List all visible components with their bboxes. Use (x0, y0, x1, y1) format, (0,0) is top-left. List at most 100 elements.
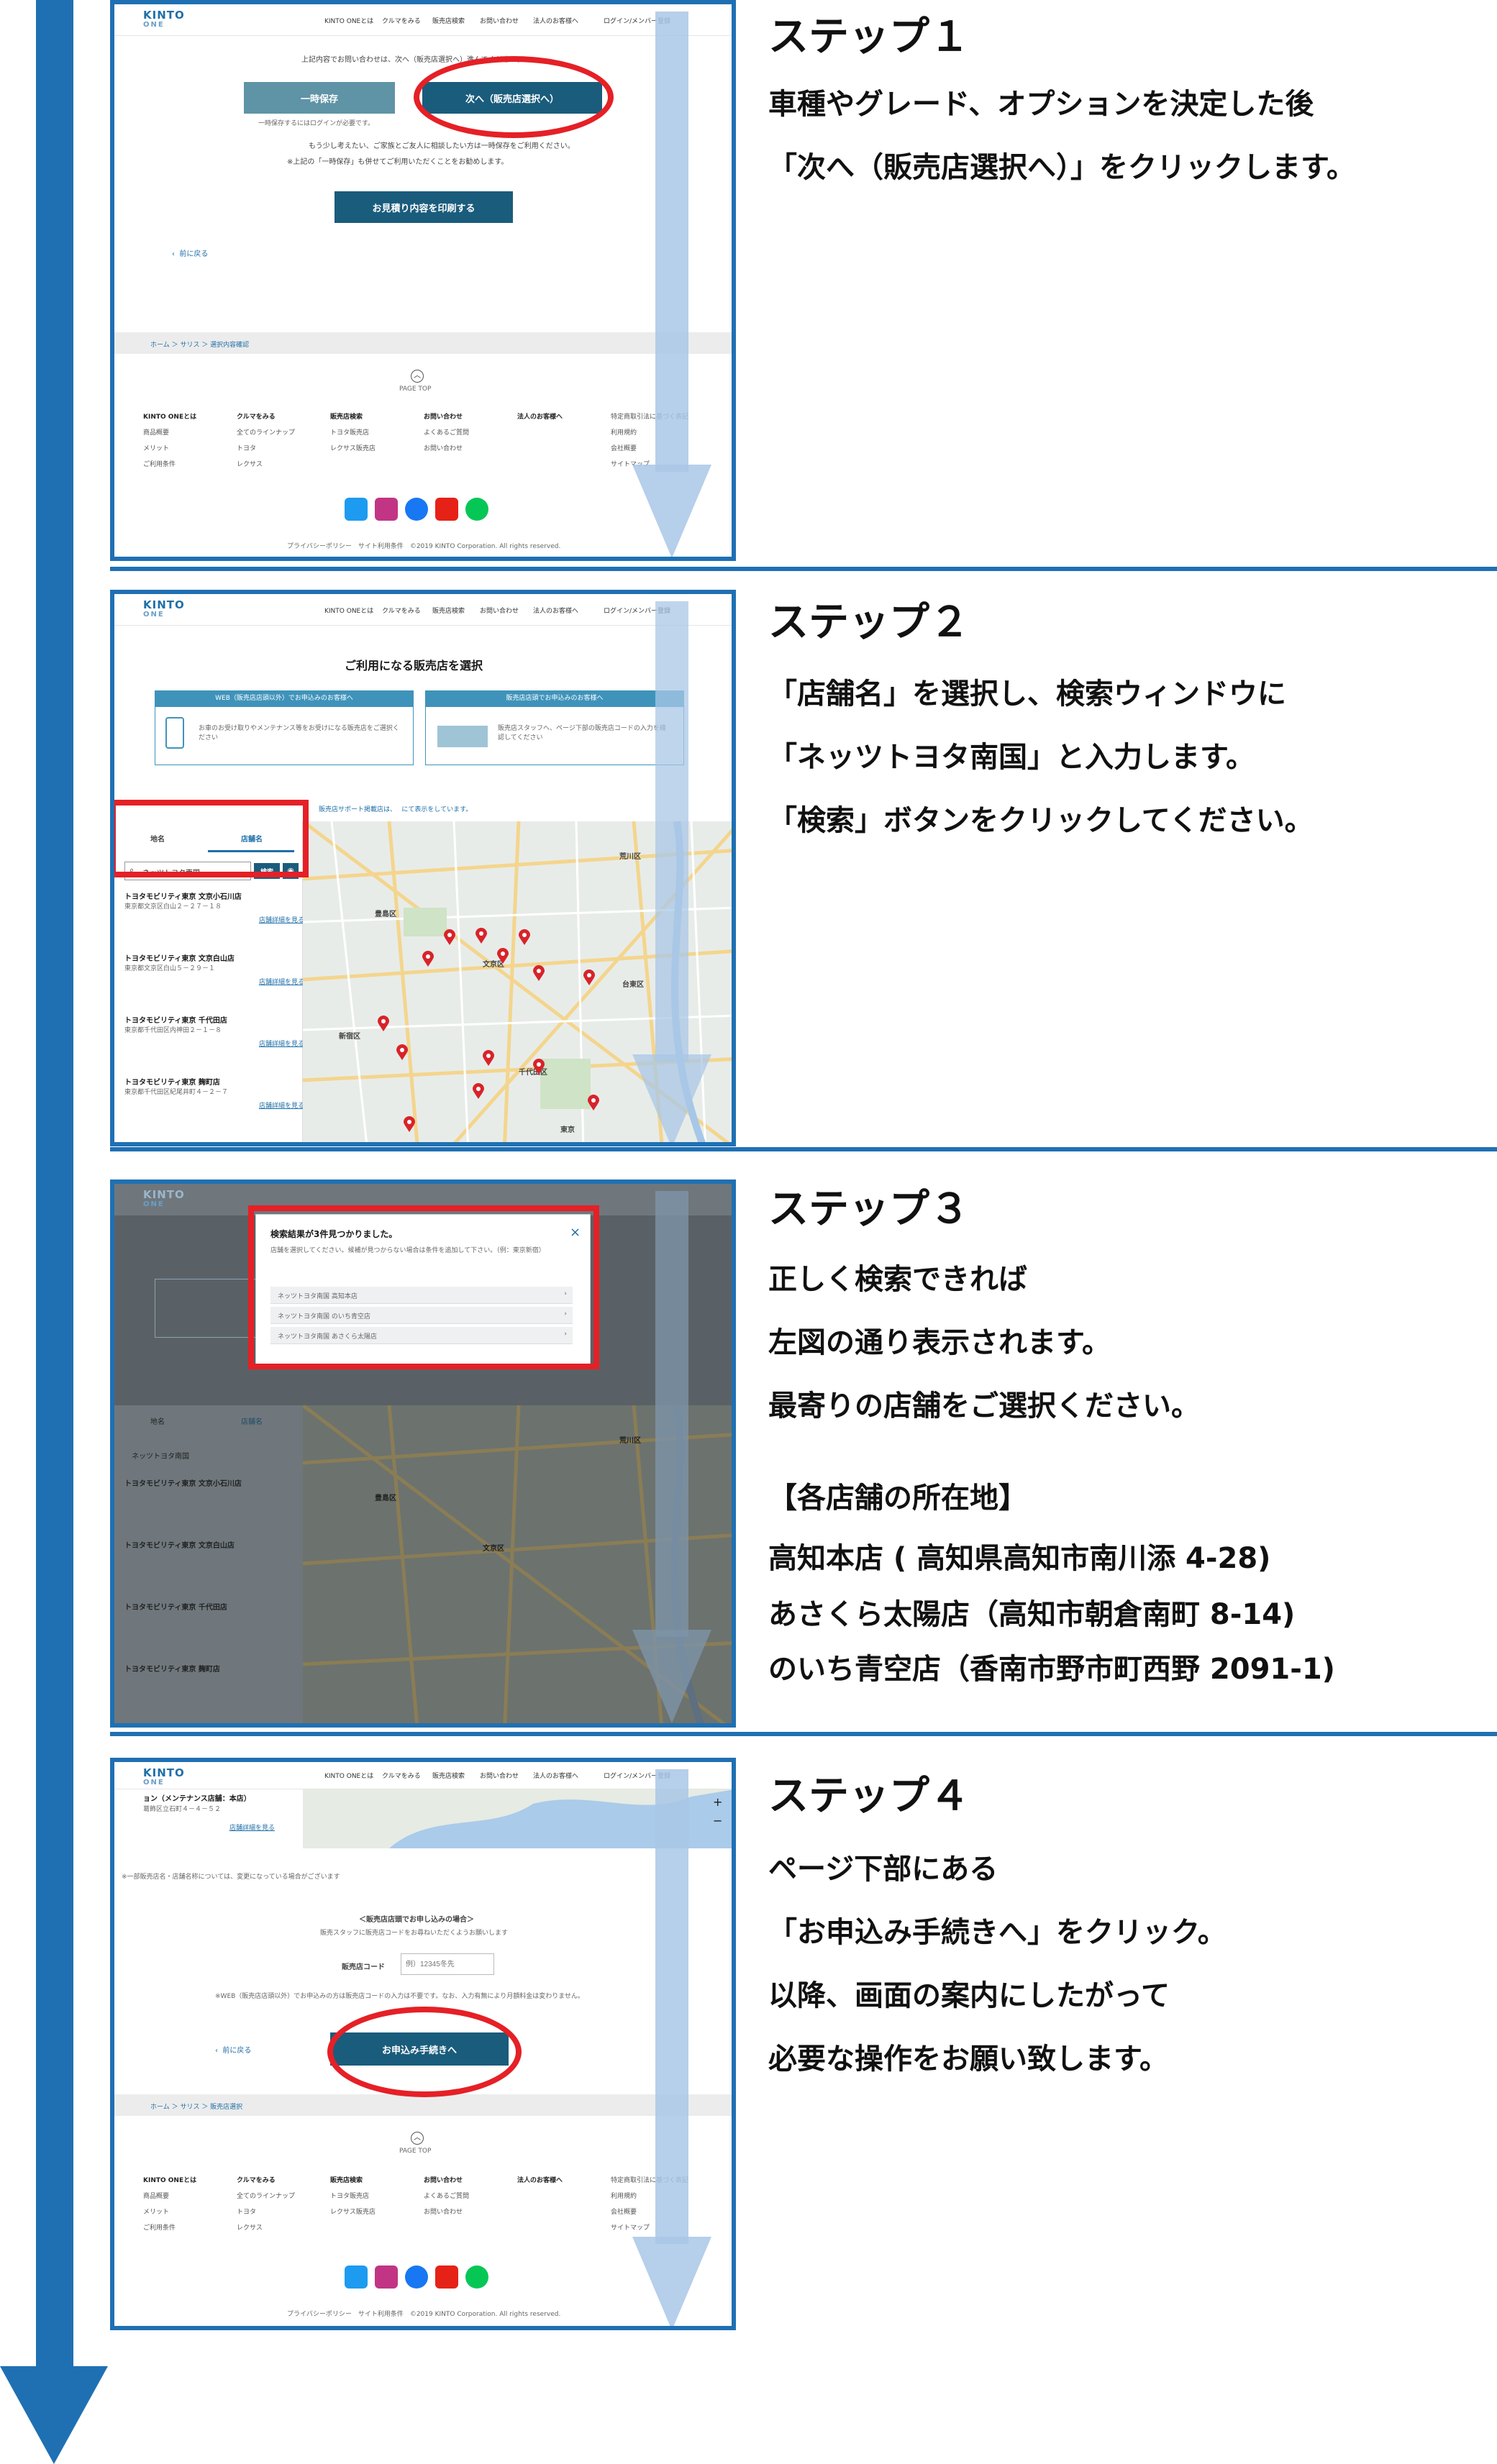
nav-item[interactable]: 法人のお客様へ (533, 16, 578, 25)
footer-link[interactable]: トヨタ販売店 (330, 427, 369, 437)
nav-item[interactable]: クルマをみる (382, 1771, 421, 1780)
nav-item[interactable]: KINTO ONEとは (324, 606, 373, 615)
footer-link[interactable]: トヨタ販売店 (330, 2191, 369, 2200)
smartphone-icon (165, 717, 184, 749)
dealer-code-field[interactable] (401, 1953, 494, 1975)
map-pin-icon[interactable] (422, 951, 434, 967)
note-text: ※上記の「一時保存」も併せてご利用いただくことをお勧めします。 (287, 158, 509, 166)
line-icon[interactable] (465, 498, 488, 521)
footer-link[interactable]: 商品概要 (143, 2191, 169, 2200)
back-link[interactable]: ‹ 前に戻る (172, 247, 208, 258)
page-top-label[interactable]: PAGE TOP (399, 2148, 431, 2155)
footer-link[interactable]: お問い合わせ (424, 443, 463, 452)
breadcrumb[interactable]: ホーム ＞ サリス ＞ 選択内容確認 (150, 339, 249, 349)
map-pin-icon[interactable] (533, 965, 545, 981)
store-detail-link[interactable]: 店舗詳細を見る (124, 977, 304, 986)
save-button[interactable]: 一時保存 (244, 82, 395, 114)
instagram-icon[interactable] (375, 498, 398, 521)
footer-heading[interactable]: クルマをみる (237, 411, 276, 421)
youtube-icon[interactable] (435, 498, 458, 521)
nav-item[interactable]: KINTO ONEとは (324, 16, 373, 25)
nav-item[interactable]: お問い合わせ (480, 1771, 519, 1780)
footer-link[interactable]: レクサス販売店 (330, 443, 376, 452)
back-link[interactable]: ‹ 前に戻る (215, 2044, 251, 2055)
zoom-out-icon[interactable]: − (713, 1814, 722, 1828)
page-top-icon[interactable]: ︿ (411, 370, 424, 383)
step-divider (110, 567, 1497, 571)
footer-heading[interactable]: クルマをみる (237, 2175, 276, 2184)
footer-link[interactable]: レクサス (237, 2222, 263, 2232)
facebook-icon[interactable] (405, 498, 428, 521)
map-pin-icon[interactable] (583, 969, 595, 985)
list-item[interactable]: トヨタモビリティ東京 文京白山店 東京都文京区白山５－２９－１ 店舗詳細を見る (124, 952, 304, 986)
map-label: 豊島区 (375, 911, 396, 918)
instagram-icon[interactable] (375, 2265, 398, 2289)
step-3-line: 最寄りの店舗をご選択ください。 (768, 1390, 1200, 1423)
footer-heading[interactable]: KINTO ONEとは (143, 411, 196, 421)
map-pin-icon[interactable] (497, 948, 509, 964)
map-pin-icon[interactable] (444, 929, 455, 945)
page-top-label[interactable]: PAGE TOP (399, 385, 431, 393)
map-pin-icon[interactable] (378, 1016, 389, 1031)
footer-heading[interactable]: 法人のお客様へ (517, 411, 563, 421)
footer-link[interactable]: トヨタ (237, 2207, 256, 2216)
footer-link[interactable]: メリット (143, 443, 169, 452)
map-pin-icon[interactable] (473, 1083, 484, 1099)
zoom-in-icon[interactable]: + (713, 1795, 722, 1809)
print-estimate-button[interactable]: お見積り内容を印刷する (335, 191, 513, 223)
line-icon[interactable] (465, 2265, 488, 2289)
footer-link[interactable]: よくあるご質問 (424, 427, 469, 437)
nav-item[interactable]: クルマをみる (382, 606, 421, 615)
tab-web[interactable]: WEB（販売店店頭以外）でお申込みのお客様へ (155, 690, 414, 706)
footer-link[interactable]: お問い合わせ (424, 2207, 463, 2216)
map-pin-icon[interactable] (404, 1116, 415, 1132)
nav-item[interactable]: お問い合わせ (480, 16, 519, 25)
footer-link[interactable]: 商品概要 (143, 427, 169, 437)
youtube-icon[interactable] (435, 2265, 458, 2289)
nav-item[interactable]: クルマをみる (382, 16, 421, 25)
footer-link[interactable]: 全てのラインナップ (237, 427, 295, 437)
breadcrumb[interactable]: ホーム ＞ サリス ＞ 販売店選択 (150, 2102, 242, 2111)
footer-link[interactable]: 全てのラインナップ (237, 2191, 295, 2200)
store-detail-link[interactable]: 店舗詳細を見る (124, 1039, 304, 1048)
footer-link[interactable]: よくあるご質問 (424, 2191, 469, 2200)
footer-heading[interactable]: 販売店検索 (330, 2175, 363, 2184)
list-item[interactable]: トヨタモビリティ東京 千代田店 東京都千代田区内神田２－１－８ 店舗詳細を見る (124, 1014, 304, 1048)
list-item: トヨタモビリティ東京 麹町店 (124, 1663, 304, 1674)
footer-heading[interactable]: 法人のお客様へ (517, 2175, 563, 2184)
footer-link[interactable]: ご利用条件 (143, 459, 176, 468)
footer-link[interactable]: レクサス (237, 459, 263, 468)
nav-item[interactable]: 販売店検索 (432, 606, 465, 615)
nav-item[interactable]: 販売店検索 (432, 1771, 465, 1780)
store-detail-link[interactable]: 店舗詳細を見る (229, 1822, 275, 1832)
list-item[interactable]: トヨタモビリティ東京 文京小石川店 東京都文京区白山２－２７－１８ 店舗詳細を見… (124, 890, 304, 924)
step-divider (110, 1732, 1497, 1736)
nav-item[interactable]: KINTO ONEとは (324, 1771, 373, 1780)
map-pin-icon[interactable] (476, 928, 487, 944)
footer-link[interactable]: レクサス販売店 (330, 2207, 376, 2216)
nav-item[interactable]: お問い合わせ (480, 606, 519, 615)
facebook-icon[interactable] (405, 2265, 428, 2289)
nav-item[interactable]: 販売店検索 (432, 16, 465, 25)
footer-link[interactable]: メリット (143, 2207, 169, 2216)
map-pin-icon[interactable] (533, 1059, 545, 1074)
store-detail-link[interactable]: 店舗詳細を見る (124, 1100, 304, 1110)
map-pin-icon[interactable] (519, 929, 530, 945)
footer-heading[interactable]: お問い合わせ (424, 2175, 463, 2184)
footer-heading[interactable]: KINTO ONEとは (143, 2175, 196, 2184)
map-pin-icon[interactable] (396, 1044, 408, 1060)
footer-heading[interactable]: お問い合わせ (424, 411, 463, 421)
nav-item[interactable]: 法人のお客様へ (533, 1771, 578, 1780)
footer-heading[interactable]: 販売店検索 (330, 411, 363, 421)
footer-link[interactable]: ご利用条件 (143, 2222, 176, 2232)
page-top-icon[interactable]: ︿ (411, 2132, 424, 2145)
store-detail-link[interactable]: 店舗詳細を見る (124, 915, 304, 924)
list-item[interactable]: トヨタモビリティ東京 麹町店 東京都千代田区紀尾井町４－２－７ 店舗詳細を見る (124, 1076, 304, 1110)
twitter-icon[interactable] (345, 498, 368, 521)
nav-item[interactable]: 法人のお客様へ (533, 606, 578, 615)
footer-link[interactable]: トヨタ (237, 443, 256, 452)
map-pin-icon[interactable] (483, 1050, 494, 1066)
step-2-title: ステップ２ (768, 599, 970, 646)
twitter-icon[interactable] (345, 2265, 368, 2289)
map-pin-icon[interactable] (588, 1095, 599, 1110)
